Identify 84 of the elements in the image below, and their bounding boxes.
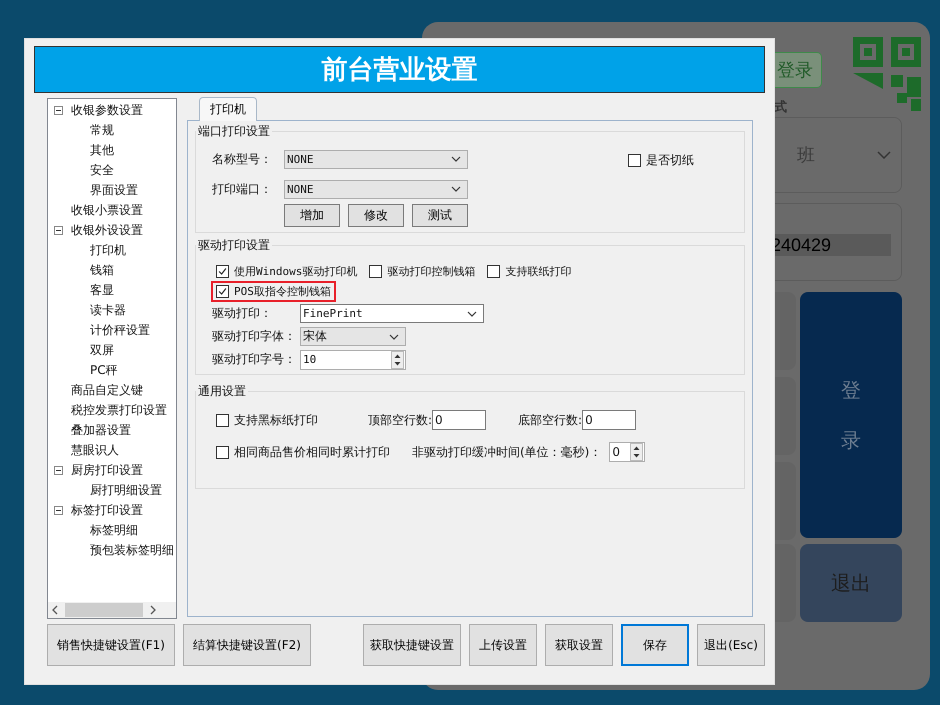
shortcut-button[interactable]: 结算快捷键设置(F2) xyxy=(183,624,311,666)
dialog-button[interactable]: 获取设置 xyxy=(545,624,613,666)
dialog-button[interactable]: 保存 xyxy=(621,624,689,666)
tree-item[interactable]: 收银小票设置 xyxy=(71,202,143,218)
tree-item[interactable]: 预包装标签明细 xyxy=(90,542,174,558)
checkbox[interactable] xyxy=(216,446,229,458)
scroll-left-icon[interactable] xyxy=(51,605,59,615)
tree-item[interactable]: 钱箱 xyxy=(90,262,114,278)
field-label: 底部空行数: xyxy=(518,412,582,428)
tree-item[interactable]: 计价秤设置 xyxy=(90,322,150,338)
field-label: 驱动打印： xyxy=(211,305,273,322)
checkbox[interactable] xyxy=(369,265,382,278)
field-label: 名称型号： xyxy=(211,150,273,168)
tree-item[interactable]: 常规 xyxy=(90,122,114,138)
collapse-icon[interactable] xyxy=(54,466,63,474)
group-title: 端口打印设置 xyxy=(197,123,271,140)
tree-item[interactable]: 客显 xyxy=(90,282,114,298)
group-title: 通用设置 xyxy=(197,383,247,400)
scrollbar-thumb[interactable] xyxy=(65,603,143,617)
scroll-right-icon[interactable] xyxy=(149,605,157,615)
action-button[interactable]: 增加 xyxy=(284,204,340,227)
tree-item[interactable]: 收银外设设置 xyxy=(71,222,143,238)
spinner-icon[interactable] xyxy=(391,350,404,368)
checkbox-label: 驱动打印控制钱箱 xyxy=(387,264,476,279)
collapse-icon[interactable] xyxy=(54,226,63,234)
field-label: 顶部空行数: xyxy=(368,412,432,428)
tree-item[interactable]: 厨打明细设置 xyxy=(90,482,162,498)
chevron-icon xyxy=(467,310,477,316)
chevron-icon xyxy=(451,186,461,192)
dialog-button[interactable]: 上传设置 xyxy=(469,624,537,666)
tree-item[interactable]: 税控发票打印设置 xyxy=(71,402,167,418)
collapse-icon[interactable] xyxy=(54,506,63,514)
checkbox-label: POS取指令控制钱箱 xyxy=(234,284,331,299)
caption-text: 式 xyxy=(774,99,787,116)
checkbox-label: 支持黑标纸打印 xyxy=(234,412,318,428)
action-button[interactable]: 修改 xyxy=(348,204,404,227)
tree-item[interactable]: 打印机 xyxy=(90,242,126,258)
tree-item[interactable]: 叠加器设置 xyxy=(71,422,131,438)
tree-item[interactable]: 读卡器 xyxy=(90,302,126,318)
tree-item[interactable]: 收银参数设置 xyxy=(71,102,143,118)
tree-item[interactable]: 厨房打印设置 xyxy=(71,462,143,478)
tree-item[interactable]: 标签明细 xyxy=(90,522,138,538)
checkbox-label: 相同商品售价相同时累计打印 xyxy=(234,444,390,460)
checkbox[interactable] xyxy=(216,265,229,278)
tree-item[interactable]: 其他 xyxy=(90,142,114,158)
dropdown[interactable]: 宋体 xyxy=(300,327,406,346)
collapse-icon[interactable] xyxy=(54,106,63,114)
chevron-icon xyxy=(877,151,891,159)
tree-item[interactable]: PC秤 xyxy=(90,362,118,378)
printer-tab[interactable]: 打印机 xyxy=(199,97,257,121)
dropdown[interactable]: NONE xyxy=(284,180,468,198)
checkbox-label: 是否切纸 xyxy=(646,152,694,169)
input-field[interactable]: 0 xyxy=(582,410,636,430)
tree-item[interactable]: 界面设置 xyxy=(90,182,138,198)
tree-item[interactable]: 标签打印设置 xyxy=(71,502,143,518)
dropdown[interactable]: NONE xyxy=(284,150,468,168)
checkbox[interactable] xyxy=(216,285,229,298)
qr-code-icon xyxy=(853,37,921,111)
chevron-icon xyxy=(389,334,399,340)
action-button[interactable]: 测试 xyxy=(412,204,468,227)
checkbox-label: 使用Windows驱动打印机 xyxy=(234,264,358,279)
group-title: 驱动打印设置 xyxy=(197,237,271,254)
dialog-title: 前台营业设置 xyxy=(34,46,765,93)
dialog-button[interactable]: 获取快捷键设置 xyxy=(363,624,461,666)
field-label: 驱动打印字号： xyxy=(211,351,297,368)
tree-item[interactable]: 双屏 xyxy=(90,342,114,358)
field-label: 驱动打印字体： xyxy=(211,328,297,345)
chevron-icon xyxy=(451,156,461,162)
tree-item[interactable]: 慧眼识人 xyxy=(71,442,119,458)
checkbox[interactable] xyxy=(628,154,641,167)
input-field[interactable]: 0 xyxy=(432,410,486,430)
dropdown[interactable]: FinePrint xyxy=(300,304,484,323)
spinner-icon[interactable] xyxy=(630,443,644,461)
tree-item[interactable]: 商品自定义键 xyxy=(71,382,143,398)
dialog-button[interactable]: 退出(Esc) xyxy=(697,624,765,666)
checkbox[interactable] xyxy=(216,414,229,426)
tree-item[interactable]: 安全 xyxy=(90,162,114,178)
field-label: 非驱动打印缓冲时间(单位：毫秒)： xyxy=(412,444,602,460)
shortcut-button[interactable]: 销售快捷键设置(F1) xyxy=(47,624,175,666)
number-field[interactable]: 10 xyxy=(300,350,406,370)
checkbox[interactable] xyxy=(487,265,500,278)
field-label: 打印端口： xyxy=(211,180,273,198)
checkbox-label: 支持联纸打印 xyxy=(505,264,572,279)
number-field[interactable]: 0 xyxy=(609,442,646,462)
